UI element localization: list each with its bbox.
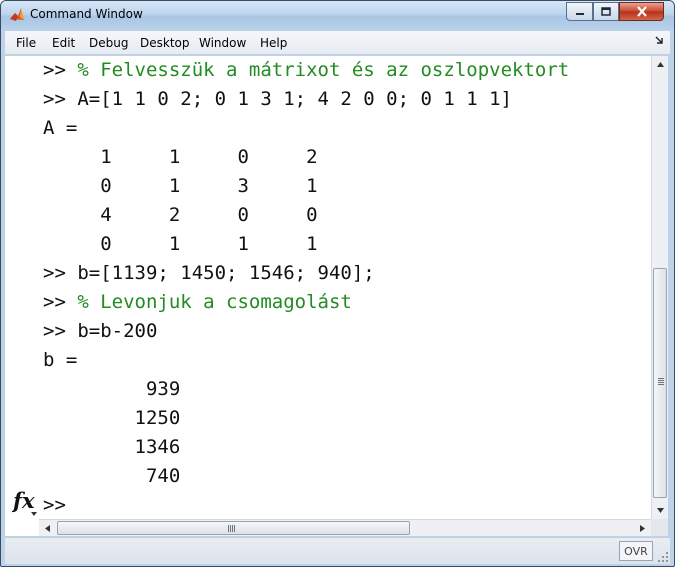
horizontal-scroll-thumb[interactable] [57, 521, 410, 535]
menu-bar: File Edit Debug Desktop Window Help [5, 31, 670, 55]
console-line-text: 0 1 3 1 [43, 175, 318, 197]
fx-dropdown-arrow-icon [31, 512, 37, 516]
console-line: 4 2 0 0 [43, 201, 318, 230]
menu-file[interactable]: File [16, 36, 36, 50]
console-line: >> b=b-200 [43, 317, 157, 346]
menu-window[interactable]: Window [199, 36, 246, 50]
vertical-scroll-thumb[interactable] [653, 268, 667, 498]
undock-arrow-icon[interactable] [654, 35, 664, 45]
console-line: >> [43, 491, 77, 519]
arrow-left-icon [45, 524, 50, 532]
arrow-right-icon [640, 524, 645, 532]
maximize-icon [601, 7, 611, 16]
grip-icon [658, 378, 664, 386]
console-line: 1 1 0 2 [43, 143, 318, 172]
console-line-text: 1 1 0 2 [43, 146, 318, 168]
menu-help[interactable]: Help [260, 36, 287, 50]
console-line-comment: % Levonjuk a csomagolást [77, 291, 352, 313]
window-title: Command Window [30, 7, 143, 21]
console-line-text: 939 [43, 378, 181, 400]
console-line: 1346 [43, 433, 181, 462]
console-line: >> A=[1 1 0 2; 0 1 3 1; 4 2 0 0; 0 1 1 1… [43, 85, 512, 114]
console-line-text: 1346 [43, 436, 181, 458]
console-line: >> % Felvesszük a mátrixot és az oszlopv… [43, 56, 569, 85]
console-line-comment: % Felvesszük a mátrixot és az oszlopvekt… [77, 59, 570, 81]
horizontal-scrollbar[interactable] [39, 519, 651, 536]
console-line-text: >> b=[1139; 1450; 1546; 940]; [43, 262, 375, 284]
status-bar: OVR [5, 537, 670, 564]
console-line-text: b = [43, 349, 78, 371]
close-button[interactable] [619, 2, 664, 21]
maximize-button[interactable] [593, 2, 619, 21]
menu-edit[interactable]: Edit [52, 36, 75, 50]
console-line-text: >> [43, 59, 78, 81]
minimize-button[interactable] [566, 2, 593, 21]
console-line: 939 [43, 375, 180, 404]
scrollbar-gutter [5, 519, 39, 536]
arrow-down-icon [656, 508, 664, 513]
console-line-text: 740 [43, 465, 181, 487]
overwrite-mode-indicator: OVR [619, 541, 653, 561]
console-line-text: 1250 [43, 407, 181, 429]
close-icon [636, 6, 647, 17]
console-line: >> b=[1139; 1450; 1546; 940]; [43, 259, 375, 288]
console-line-text: >> [43, 291, 78, 313]
matlab-logo-icon [10, 8, 24, 21]
title-bar[interactable]: Command Window [1, 1, 674, 30]
menu-debug[interactable]: Debug [89, 36, 128, 50]
console-line: 0 1 1 1 [43, 230, 318, 259]
scroll-down-arrow[interactable] [652, 502, 668, 519]
console-line: b = [43, 346, 77, 375]
menu-desktop[interactable]: Desktop [140, 36, 190, 50]
console-line-text: >> b=b-200 [43, 320, 158, 342]
grip-icon [228, 525, 236, 532]
console-line-text: >> [43, 494, 78, 516]
scrollbar-corner [651, 519, 668, 536]
resize-grip-icon[interactable] [657, 551, 669, 563]
scroll-left-arrow[interactable] [39, 520, 56, 536]
scroll-up-arrow[interactable] [652, 56, 668, 73]
console-line: >> % Levonjuk a csomagolást [43, 288, 352, 317]
console-line-text: A = [43, 117, 78, 139]
vertical-scrollbar[interactable] [651, 56, 668, 519]
arrow-up-icon [656, 62, 664, 67]
command-window: Command Window File Edit Debug Desktop W… [0, 0, 675, 567]
console-line-text: >> A=[1 1 0 2; 0 1 3 1; 4 2 0 0; 0 1 1 1… [43, 88, 512, 110]
console-line-text: 0 1 1 1 [43, 233, 318, 255]
scroll-right-arrow[interactable] [634, 520, 651, 536]
console-line: 0 1 3 1 [43, 172, 318, 201]
command-output-area[interactable]: >> % Felvesszük a mátrixot és az oszlopv… [5, 56, 651, 519]
console-line: 740 [43, 462, 180, 491]
console-line: 1250 [43, 404, 181, 433]
minimize-icon [575, 12, 584, 15]
console-line-text: 4 2 0 0 [43, 204, 318, 226]
console-line: A = [43, 114, 77, 143]
